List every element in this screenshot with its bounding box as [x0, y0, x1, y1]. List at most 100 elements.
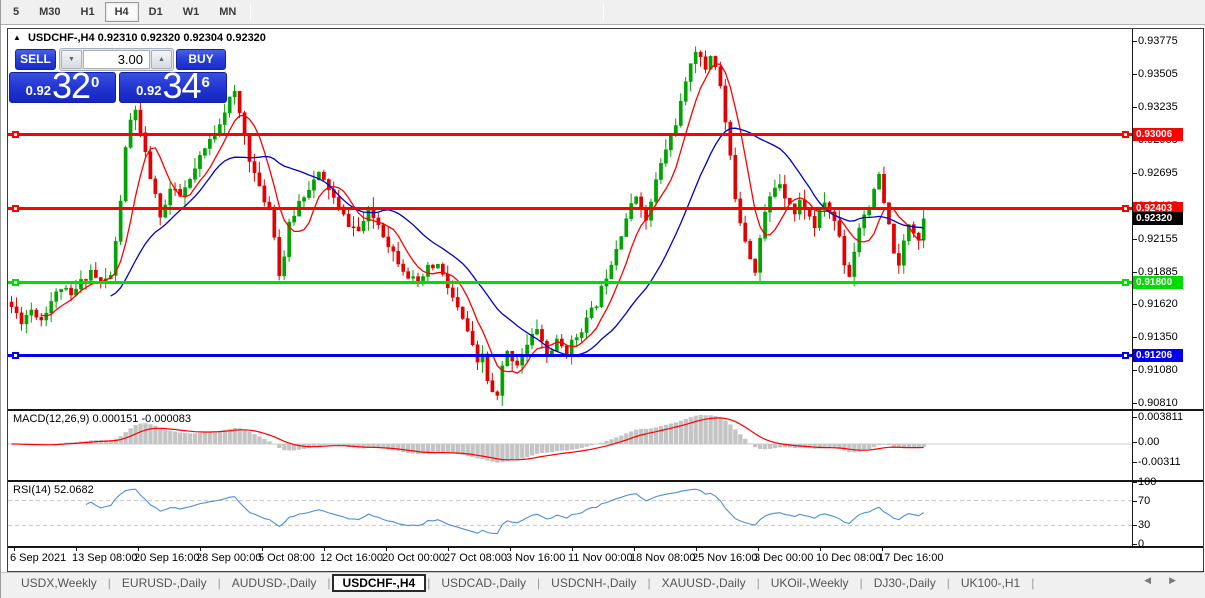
price-tick-dash: [1132, 173, 1137, 174]
date-tick: [696, 548, 697, 551]
date-label: 20 Sep 16:00: [134, 552, 199, 564]
chart-tab-ukoil-weekly[interactable]: UKOil-,Weekly: [761, 575, 859, 591]
buy-price-prefix: 0.92: [136, 83, 161, 98]
rsi-chart[interactable]: [8, 482, 1132, 546]
resistance-line-lower-right-anchor[interactable]: [1122, 205, 1129, 212]
support-line-blue-left-anchor[interactable]: [12, 352, 19, 359]
rsi-tick-label: 100: [1138, 476, 1156, 488]
support-line-blue-right-anchor[interactable]: [1122, 352, 1129, 359]
date-tick: [200, 548, 201, 551]
macd-tick-dash: [1132, 417, 1137, 418]
terminal-window: 5M30H1H4D1W1MN 0.937750.935050.932350.92…: [0, 0, 1205, 598]
ma-fast-line: [41, 64, 923, 373]
chart-title: ▲ USDCHF-,H4 0.92310 0.92320 0.92304 0.9…: [13, 32, 266, 44]
price-tick-label: 0.93505: [1138, 68, 1178, 80]
date-tick: [262, 548, 263, 551]
price-tick-label: 0.90810: [1138, 397, 1178, 409]
date-tick: [324, 548, 325, 551]
timeframe-button-MN[interactable]: MN: [209, 2, 246, 22]
sell-price-prefix: 0.92: [26, 83, 51, 98]
date-label: 3 Nov 16:00: [506, 552, 565, 564]
date-label: 25 Nov 16:00: [692, 552, 757, 564]
ohlc-open: 0.92310: [98, 32, 138, 44]
support-line-green-right-anchor[interactable]: [1122, 279, 1129, 286]
date-label: 28 Sep 00:00: [196, 552, 261, 564]
date-label: 27 Oct 08:00: [444, 552, 507, 564]
ohlc-high: 0.92320: [141, 32, 181, 44]
price-tick-dash: [1132, 107, 1137, 108]
chart-tab-usdx-weekly[interactable]: USDX,Weekly: [11, 575, 107, 591]
price-tick-label: 0.93235: [1138, 101, 1178, 113]
ohlc-close: 0.92320: [226, 32, 266, 44]
timeframe-button-H4[interactable]: H4: [105, 2, 139, 22]
date-tick: [76, 548, 77, 551]
chart-tab-bar: USDX,Weekly|EURUSD-,Daily|AUDUSD-,Daily|…: [1, 572, 1205, 592]
date-tick: [634, 548, 635, 551]
sell-button[interactable]: SELL: [15, 49, 56, 70]
resistance-line-upper-price-badge: 0.93006: [1133, 128, 1183, 141]
support-line-green[interactable]: [8, 281, 1132, 284]
resistance-line-upper-right-anchor[interactable]: [1122, 131, 1129, 138]
timeframe-button-D1[interactable]: D1: [139, 2, 173, 22]
chart-tab-audusd-daily[interactable]: AUDUSD-,Daily: [222, 575, 327, 591]
date-tick: [572, 548, 573, 551]
date-tick: [758, 548, 759, 551]
tab-scroll-right-icon[interactable]: ▶: [1169, 575, 1194, 585]
macd-tick-dash: [1132, 462, 1137, 463]
ma-slow-line: [111, 128, 924, 355]
date-label: 3 Dec 00:00: [754, 552, 813, 564]
tab-scroll-left-icon[interactable]: ◀: [1144, 575, 1169, 585]
price-tick-label: 0.91080: [1138, 364, 1178, 376]
price-tick-label: 0.92155: [1138, 233, 1178, 245]
macd-tick-label: 0.003811: [1138, 411, 1183, 423]
chart-symbol: USDCHF-,H4: [28, 32, 95, 44]
price-tick-label: 0.91350: [1138, 331, 1178, 343]
chart-tab-usdcnh-daily[interactable]: USDCNH-,Daily: [541, 575, 646, 591]
support-line-green-price-badge: 0.91800: [1133, 276, 1183, 289]
resistance-line-lower[interactable]: [8, 207, 1132, 210]
support-line-blue[interactable]: [8, 354, 1132, 357]
chart-tab-dj30-daily[interactable]: DJ30-,Daily: [864, 575, 946, 591]
chart-tab-xauusd-daily[interactable]: XAUUSD-,Daily: [652, 575, 756, 591]
macd-tick-dash: [1132, 442, 1137, 443]
price-tick-dash: [1132, 403, 1137, 404]
buy-price-tile[interactable]: 0.92 34 6: [119, 72, 227, 103]
macd-value-signal: -0.000083: [141, 413, 191, 425]
timeframe-button-W1[interactable]: W1: [173, 2, 210, 22]
buy-price-big: 34: [162, 71, 200, 101]
price-tick-dash: [1132, 304, 1137, 305]
rsi-pane[interactable]: [8, 482, 1203, 548]
chart-tab-usdchf-h4[interactable]: USDCHF-,H4: [332, 574, 427, 592]
resistance-line-upper-left-anchor[interactable]: [12, 131, 19, 138]
date-label: 5 Oct 08:00: [258, 552, 315, 564]
timeframe-button-5[interactable]: 5: [3, 2, 29, 22]
date-tick: [138, 548, 139, 551]
toolbar-separator: [250, 3, 251, 21]
direction-up-icon: ▲: [13, 33, 21, 42]
current-price-badge: 0.92320: [1133, 212, 1183, 225]
macd-tick-label: 0.00: [1138, 436, 1159, 448]
timeframe-button-H1[interactable]: H1: [71, 2, 105, 22]
rsi-value: 52.0682: [54, 484, 94, 496]
date-label: 17 Dec 16:00: [878, 552, 943, 564]
resistance-line-lower-left-anchor[interactable]: [12, 205, 19, 212]
toolbar-separator: [603, 3, 604, 21]
chart-tab-uk100-h1[interactable]: UK100-,H1: [951, 575, 1030, 591]
resistance-line-upper[interactable]: [8, 133, 1132, 136]
chart-tab-eurusd-daily[interactable]: EURUSD-,Daily: [112, 575, 217, 591]
rsi-tick-dash: [1132, 501, 1137, 502]
support-line-blue-price-badge: 0.91206: [1133, 349, 1183, 362]
timeframe-button-M30[interactable]: M30: [29, 2, 70, 22]
price-tick-dash: [1132, 370, 1137, 371]
volume-input[interactable]: [83, 50, 150, 69]
ohlc-low: 0.92304: [183, 32, 223, 44]
sell-price-tile[interactable]: 0.92 32 0: [9, 72, 116, 103]
date-tick: [448, 548, 449, 551]
rsi-tick-label: 30: [1138, 519, 1150, 531]
chart-window: 0.937750.935050.932350.929650.926950.924…: [7, 28, 1204, 572]
tab-separator: |: [1030, 576, 1035, 590]
support-line-green-left-anchor[interactable]: [12, 279, 19, 286]
sell-price-big: 32: [52, 71, 90, 101]
chart-tab-usdcad-daily[interactable]: USDCAD-,Daily: [431, 575, 536, 591]
rsi-label: RSI(14) 52.0682: [13, 484, 94, 496]
